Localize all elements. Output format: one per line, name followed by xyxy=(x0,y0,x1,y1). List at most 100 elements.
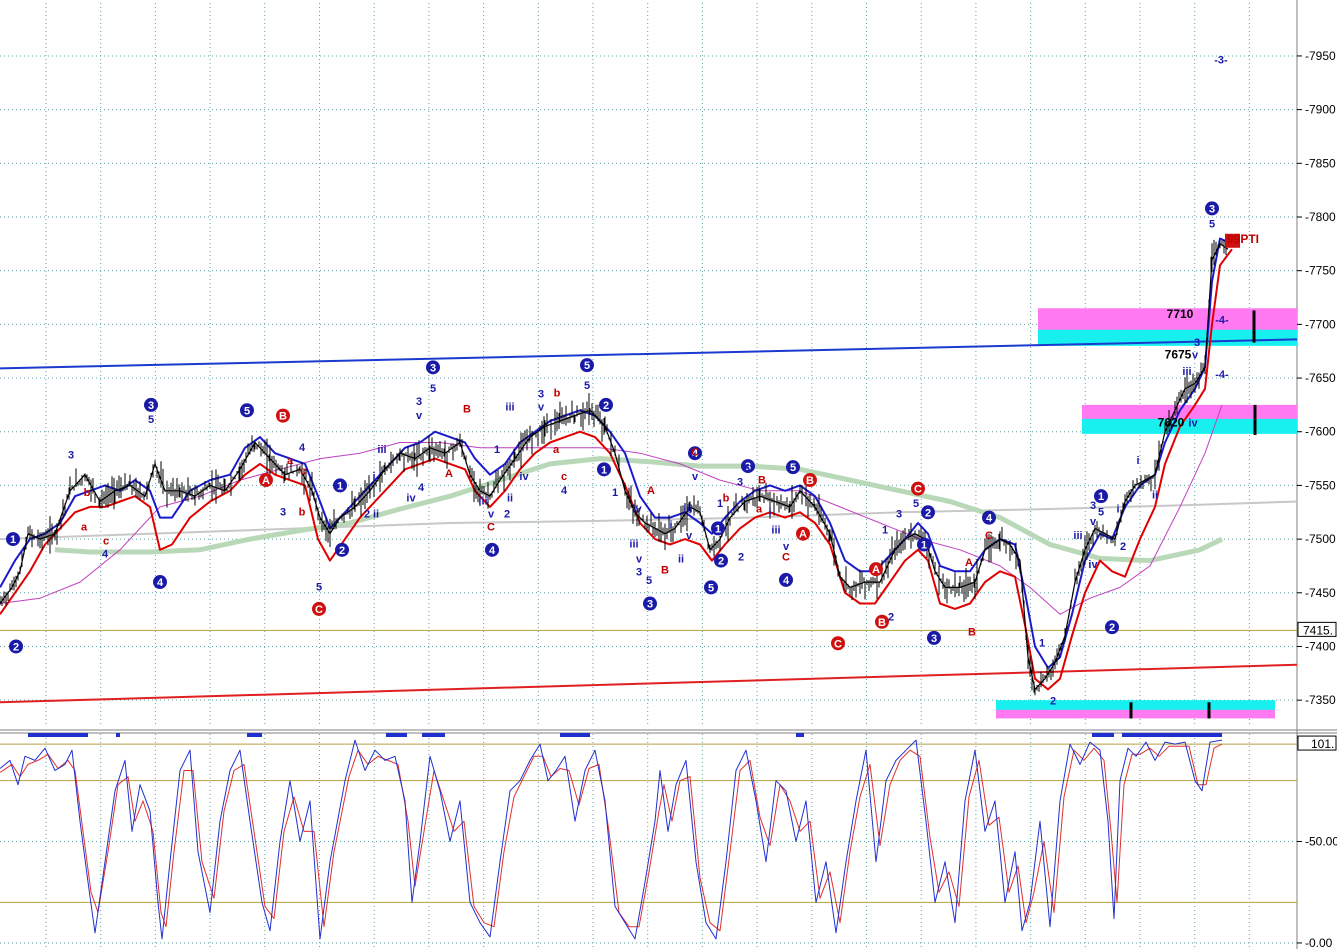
wave-circle-text: 4 xyxy=(157,577,164,589)
wave-text-label: b xyxy=(723,493,730,505)
wave-text-label: 1 xyxy=(494,444,500,456)
time-mark xyxy=(796,733,804,737)
wave-text-label: v xyxy=(636,554,643,566)
wave-text-label: iii xyxy=(505,401,514,413)
wave-text-label: 3 xyxy=(538,388,544,400)
wave-text-label: iv xyxy=(519,471,529,483)
wave-text-label: 3 xyxy=(737,476,743,488)
wave-text-label: ii xyxy=(373,509,379,521)
wave-circle-text: 4 xyxy=(986,513,993,525)
wave-text-label: -4- xyxy=(1215,369,1229,381)
stoch-tick-label: -0.00 xyxy=(1305,936,1333,949)
wave-circle-text: C xyxy=(914,484,922,496)
price-tick-label: -7850 xyxy=(1305,156,1336,170)
wave-text-label: 4 xyxy=(561,485,568,497)
wave-circle-text: 4 xyxy=(783,575,790,587)
time-mark xyxy=(28,733,88,737)
wave-text-label: iv xyxy=(1188,417,1198,429)
wave-circle-text: 5 xyxy=(790,462,796,474)
time-mark xyxy=(1092,733,1114,737)
time-mark xyxy=(386,733,407,737)
wave-text-label: v xyxy=(686,530,693,542)
wave-circle-text: 2 xyxy=(13,641,19,653)
wave-text-label: 3 xyxy=(1194,337,1200,349)
wave-circle-text: 1 xyxy=(921,539,927,551)
wave-text-label: i xyxy=(372,471,375,483)
price-tick-label: -7950 xyxy=(1305,49,1336,63)
wave-circle-text: 4 xyxy=(489,545,496,557)
price-tick-label: -7650 xyxy=(1305,371,1336,385)
wave-text-label: a xyxy=(287,455,294,467)
time-mark xyxy=(247,733,262,737)
price-note: 7710 xyxy=(1167,307,1194,321)
wave-circle-text: 1 xyxy=(715,523,721,535)
wave-text-label: 5 xyxy=(316,582,322,594)
wave-text-label: v xyxy=(1192,350,1199,362)
wave-text-label: iii xyxy=(1182,366,1191,378)
wave-text-label: iv xyxy=(406,493,416,505)
price-tick-label: -7750 xyxy=(1305,264,1336,278)
wave-circle-text: 2 xyxy=(718,556,724,568)
wave-circle-text: 3 xyxy=(1209,203,1215,215)
wave-circle-text: 2 xyxy=(1109,622,1115,634)
wave-circle-text: A xyxy=(799,529,807,541)
wave-text-label: B xyxy=(661,564,669,576)
wave-text-label: B xyxy=(463,403,471,415)
wave-text-label: 2 xyxy=(504,509,510,521)
wave-text-label: v xyxy=(538,401,545,413)
wave-circle-text: 3 xyxy=(148,400,154,412)
price-tick-label: -7350 xyxy=(1305,693,1336,707)
price-note: 99PTI xyxy=(1227,232,1259,246)
wave-text-label: 5 xyxy=(148,414,154,426)
wave-text-label: ii xyxy=(1152,489,1158,501)
wave-text-label: 1 xyxy=(882,525,888,537)
wave-circle-text: 1 xyxy=(601,464,607,476)
wave-text-label: c xyxy=(103,535,109,547)
wave-text-label: 3 xyxy=(280,506,286,518)
stoch-tick-label: -50.00 xyxy=(1305,835,1337,849)
time-mark xyxy=(1122,733,1222,737)
wave-circle-text: 1 xyxy=(337,480,343,492)
wave-circle-text: A xyxy=(872,564,880,576)
wave-circle-text: 1 xyxy=(10,534,16,546)
wave-text-label: 3 xyxy=(416,396,422,408)
wave-text-label: iii xyxy=(771,525,780,537)
wave-text-label: 4 xyxy=(102,548,109,560)
wave-text-label: ii xyxy=(678,554,684,566)
wave-text-label: 2 xyxy=(738,552,744,564)
wave-text-label: b xyxy=(299,506,306,518)
wave-text-label: B xyxy=(968,627,976,639)
chart-canvas[interactable]: 12345 BAC123452143512345BACABC21341233bac… xyxy=(0,0,1337,949)
wave-text-label: 5 xyxy=(646,575,652,587)
price-tick-label: -7450 xyxy=(1305,586,1336,600)
wave-text-label: B xyxy=(758,474,766,486)
wave-circle-text: 5 xyxy=(244,405,250,417)
wave-text-label: i xyxy=(1116,503,1119,515)
wave-circle-text: 2 xyxy=(925,507,931,519)
wave-text-label: 5 xyxy=(1098,506,1104,518)
wave-text-label: A xyxy=(647,485,655,497)
wave-text-label: 1 xyxy=(1039,637,1045,649)
wave-text-label: a xyxy=(81,522,88,534)
stoch-value-label: 101. xyxy=(1311,737,1334,751)
wave-circle-text: 5 xyxy=(584,360,590,372)
wave-text-label: 2 xyxy=(1050,695,1056,707)
wave-text-label: C xyxy=(691,446,699,458)
wave-text-label: 3 xyxy=(1090,500,1096,512)
wave-text-label: 4 xyxy=(299,442,306,454)
wave-text-label: a xyxy=(553,444,560,456)
price-tick-label: -7600 xyxy=(1305,425,1336,439)
wave-text-label: v xyxy=(488,509,495,521)
price-note: 7675 xyxy=(1165,348,1192,362)
wave-text-label: 4 xyxy=(418,482,425,494)
wave-circle-text: 2 xyxy=(339,545,345,557)
price-note: 7620 xyxy=(1158,415,1185,429)
price-tick-label: -7550 xyxy=(1305,478,1336,492)
price-tick-label: -7900 xyxy=(1305,103,1336,117)
wave-text-label: iv xyxy=(1088,559,1098,571)
wave-circle-text: 5 xyxy=(708,582,714,594)
wave-circle-text: 3 xyxy=(647,599,653,611)
wave-text-label: c xyxy=(561,471,567,483)
wave-text-label: 5 xyxy=(744,464,750,476)
wave-text-label: iii xyxy=(683,503,692,515)
